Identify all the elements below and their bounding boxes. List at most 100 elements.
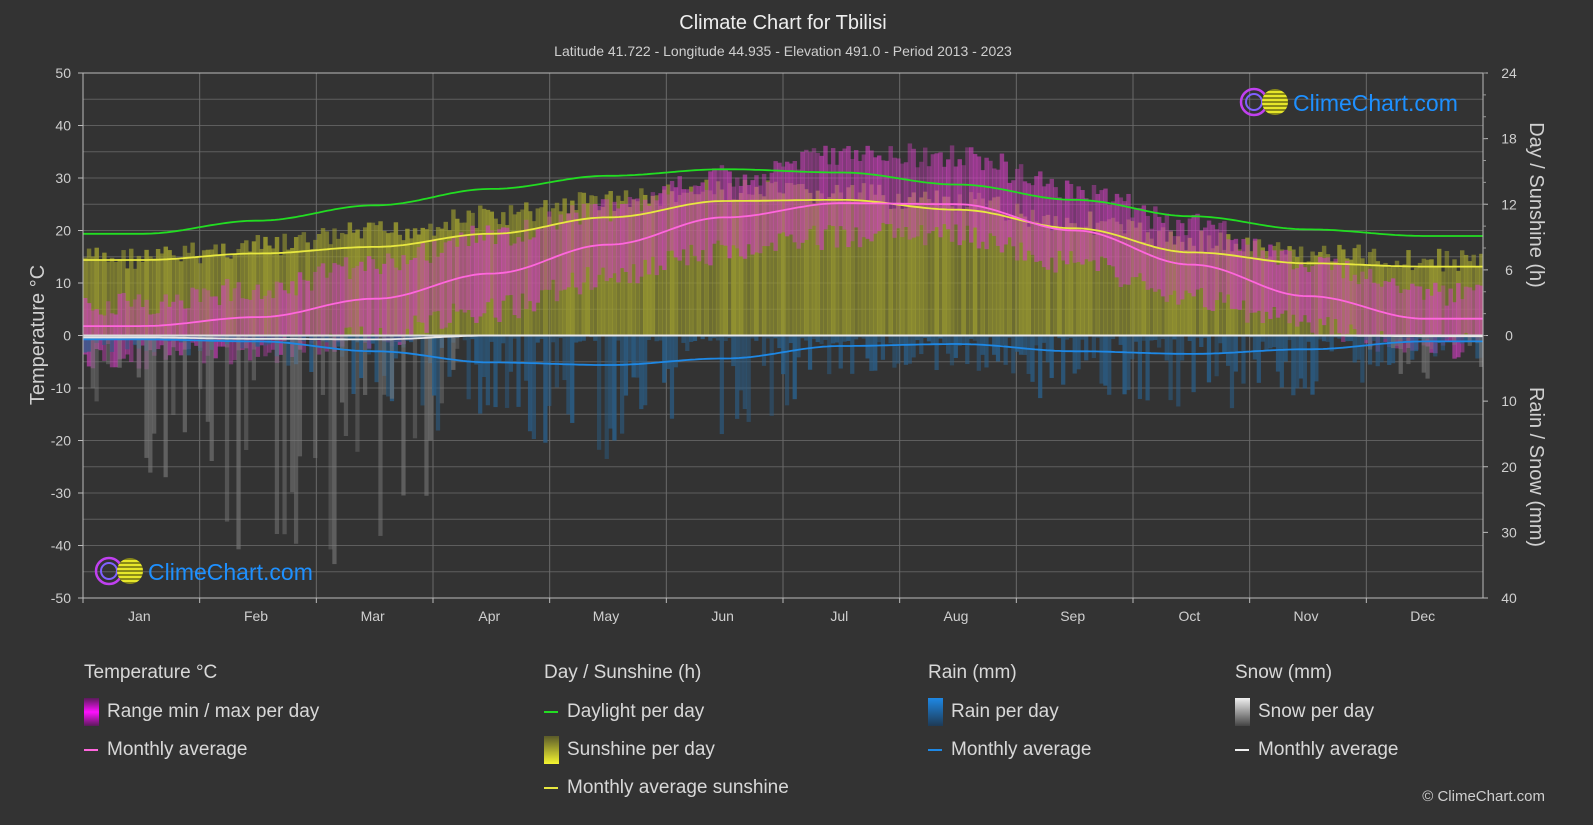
snow-day-bar: [424, 335, 429, 496]
rain-day-bar: [1222, 335, 1227, 354]
rain-day-bar: [892, 335, 897, 368]
temperature-range-bar: [669, 180, 675, 251]
rain-day-bar: [263, 335, 268, 346]
rain-day-bar: [796, 335, 801, 358]
temperature-range-bar: [247, 299, 253, 361]
temperature-range-bar: [504, 227, 510, 296]
rain-day-bar: [1045, 335, 1050, 363]
temperature-range-bar: [416, 247, 422, 323]
temperature-range-bar: [892, 157, 897, 238]
temperature-range-bar: [524, 219, 529, 310]
rain-day-bar: [1314, 335, 1319, 382]
temperature-range-bar: [516, 237, 521, 319]
temperature-range-bar: [689, 191, 694, 245]
rain-day-bar: [178, 335, 184, 343]
rain-day-bar: [485, 335, 490, 406]
temperature-range-bar: [608, 221, 613, 278]
temperature-range-bar: [478, 233, 483, 317]
temperature-range-bar: [619, 203, 625, 269]
temperature-range-bar: [481, 240, 487, 314]
temperature-range-bar: [627, 197, 633, 284]
temperature-range-bar: [316, 266, 322, 355]
rain-day-bar: [1076, 335, 1081, 370]
snow-day-bar: [412, 335, 418, 439]
temperature-range-bar: [1057, 197, 1062, 251]
rain-day-bar: [596, 335, 602, 450]
temperature-range-bar: [343, 257, 349, 328]
temperature-range-bar: [550, 224, 556, 280]
left-tick-label: -50: [51, 590, 71, 606]
temperature-range-bar: [1329, 269, 1335, 337]
temperature-range-bar: [723, 169, 728, 246]
rain-day-bar: [942, 335, 947, 343]
month-label: Nov: [1294, 608, 1319, 624]
temperature-range-bar: [1245, 244, 1250, 323]
legend-label: Rain per day: [951, 701, 1059, 722]
temperature-range-bar: [873, 157, 878, 234]
snow-day-bar: [152, 335, 157, 434]
temperature-range-bar: [458, 232, 464, 310]
rain-day-bar: [1226, 335, 1231, 366]
month-label: May: [593, 608, 619, 624]
snow-swatch-icon: [1235, 698, 1250, 726]
temperature-range-bar: [1011, 180, 1016, 247]
rain-day-bar: [1026, 335, 1031, 374]
left-tick-label: 30: [55, 170, 71, 186]
temperature-range-bar: [512, 243, 518, 316]
snow-day-bar: [244, 335, 249, 450]
logo-sun-icon: [117, 558, 143, 584]
temperature-range-bar: [1333, 258, 1338, 320]
temperature-range-bar: [758, 185, 763, 254]
rain-day-bar: [1107, 335, 1112, 395]
copyright: © ClimeChart.com: [1422, 788, 1545, 805]
temperature-range-bar: [1206, 220, 1212, 310]
legend-label: Monthly average sunshine: [567, 777, 789, 798]
temperature-range-bar: [570, 205, 575, 273]
temperature-range-bar: [942, 166, 947, 225]
rain-day-bar: [447, 335, 452, 377]
temperature-range-bar: [1417, 286, 1423, 335]
rain-day-bar: [1283, 335, 1288, 362]
temperature-range-bar: [1252, 238, 1258, 313]
temperature-range-bar: [508, 245, 514, 296]
rain-day-bar: [516, 335, 521, 407]
legend-title: Snow (mm): [1235, 662, 1333, 683]
temperature-range-bar: [777, 162, 782, 234]
temperature-range-bar: [1456, 283, 1461, 358]
temperature-range-bar: [397, 270, 402, 345]
temperature-range-bar: [1463, 286, 1469, 333]
temperature-range-bar: [1003, 161, 1008, 245]
rain-day-bar: [761, 335, 767, 366]
rain-day-bar: [819, 335, 824, 345]
logo-bottom-left[interactable]: ClimeChart.com: [94, 556, 313, 586]
temperature-range-bar: [926, 166, 932, 234]
rain-day-bar: [1122, 335, 1127, 395]
temperature-range-bar: [773, 161, 778, 251]
logo-top-right[interactable]: ClimeChart.com: [1239, 87, 1458, 117]
temperature-range-bar: [696, 186, 702, 262]
rain-day-bar: [1295, 335, 1300, 389]
rain-day-bar: [635, 335, 640, 378]
temperature-range-bar: [888, 146, 893, 225]
temperature-range-bar: [842, 148, 847, 230]
range-swatch-icon: [84, 698, 99, 726]
legend-title: Temperature °C: [84, 662, 218, 683]
left-tick-label: 0: [63, 328, 71, 344]
rain-day-bar: [834, 335, 840, 343]
temperature-range-bar: [727, 171, 732, 259]
temperature-range-bar: [1214, 229, 1219, 301]
temperature-range-bar: [1218, 222, 1223, 293]
temperature-range-bar: [988, 160, 993, 234]
temperature-range-bar: [972, 153, 978, 228]
rain-day-bar: [562, 335, 567, 381]
temperature-range-bar: [531, 237, 537, 312]
rain-day-bar: [873, 335, 878, 371]
temperature-range-bar: [178, 300, 184, 356]
snow-day-bar: [293, 335, 299, 544]
rain-day-bar: [1214, 335, 1219, 377]
temperature-range-bar: [807, 152, 813, 230]
temperature-range-bar: [1314, 264, 1319, 336]
temperature-range-bar: [846, 146, 851, 248]
logo-ring-inner-icon: [100, 562, 118, 580]
snow-day-bar: [182, 335, 187, 433]
